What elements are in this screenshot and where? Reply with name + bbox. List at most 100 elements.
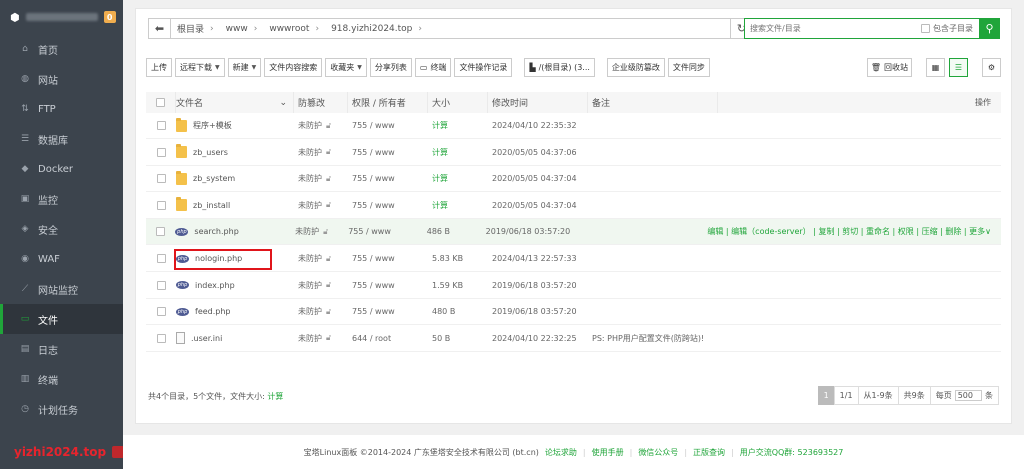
qq-group-link[interactable]: 用户交流QQ群: 523693527 (740, 447, 844, 458)
table-row[interactable]: zb_users 未防护 🔓︎ 755 / www 计算 2020/05/05 04:37… (146, 140, 1001, 166)
search-input[interactable] (745, 19, 921, 38)
sidebar-item-0[interactable]: ⌂ 首页 (0, 34, 123, 64)
notification-badge[interactable]: 0 (103, 11, 116, 23)
unlock-icon[interactable]: 🔓︎ (326, 280, 331, 290)
sidebar-item-5[interactable]: ▣ 监控 (0, 184, 123, 214)
disk-button[interactable]: ▙/(根目录) (3... (524, 58, 595, 77)
verify-link[interactable]: 正版查询 (693, 447, 725, 458)
sidebar-item-10[interactable]: ▤ 日志 (0, 334, 123, 364)
row-checkbox[interactable] (156, 307, 166, 317)
manual-link[interactable]: 使用手册 (592, 447, 624, 458)
page-current[interactable]: 1 (817, 386, 835, 405)
file-size[interactable]: 计算 (428, 173, 488, 184)
unlock-icon[interactable]: 🔓︎ (326, 254, 331, 264)
permission[interactable]: 755 / www (348, 281, 428, 290)
sidebar-item-2[interactable]: ⇅ FTP (0, 94, 123, 124)
favorites-button[interactable]: 收藏夹 ▼ (325, 58, 367, 77)
breadcrumb-item[interactable]: 根目录 › (171, 22, 220, 36)
table-row[interactable]: .user.ini 未防护 🔓︎ 644 / root 50 B 2024/04/10 2… (146, 326, 1001, 352)
table-row[interactable]: php feed.php 未防护 🔓︎ 755 / www 480 B 2019/06/18… (146, 299, 1001, 326)
sidebar-item-11[interactable]: ▥ 终端 (0, 364, 123, 394)
unlock-icon[interactable]: 🔓︎ (323, 227, 328, 237)
col-name[interactable]: 文件名 ⌄ (176, 92, 294, 113)
table-row[interactable]: zb_install 未防护 🔓︎ 755 / www 计算 2020/05/05 04:… (146, 193, 1001, 219)
enterprise-protect-button[interactable]: 企业级防篡改 (606, 58, 665, 77)
file-name[interactable]: .user.ini (191, 334, 222, 343)
sidebar-item-7[interactable]: ◉ WAF (0, 244, 123, 274)
file-name[interactable]: zb_users (193, 148, 228, 157)
per-page-select[interactable]: 每页 500 条 (929, 386, 999, 405)
sidebar-item-8[interactable]: ⟋ 网站监控 (0, 274, 123, 304)
unlock-icon[interactable]: 🔓︎ (326, 121, 331, 131)
file-size[interactable]: 计算 (428, 200, 488, 211)
forum-link[interactable]: 论坛求助 (545, 447, 577, 458)
row-checkbox[interactable] (156, 227, 166, 237)
calc-size-link[interactable]: 计算 (267, 392, 283, 401)
row-checkbox[interactable] (156, 121, 166, 130)
permission[interactable]: 755 / www (344, 227, 423, 236)
gear-icon[interactable]: ⚙ (982, 58, 1001, 77)
file-name[interactable]: feed.php (195, 307, 231, 316)
permission[interactable]: 755 / www (348, 201, 428, 210)
sidebar-item-12[interactable]: ◷ 计划任务 (0, 394, 123, 424)
table-row[interactable]: 程序+模板 未防护 🔓︎ 755 / www 计算 2024/04/10 22:35:32 (146, 113, 1001, 139)
unlock-icon[interactable]: 🔓︎ (326, 333, 331, 343)
sidebar-item-9[interactable]: ▭ 文件 (0, 304, 123, 334)
permission[interactable]: 755 / www (348, 307, 428, 316)
unlock-icon[interactable]: 🔓︎ (326, 200, 331, 210)
row-checkbox[interactable] (156, 147, 166, 157)
permission[interactable]: 755 / www (348, 148, 428, 157)
permission[interactable]: 755 / www (348, 121, 428, 130)
file-name[interactable]: 程序+模板 (193, 120, 232, 131)
col-size[interactable]: 大小 (428, 92, 488, 113)
upload-button[interactable]: 上传 (146, 58, 172, 77)
remote-download-button[interactable]: 远程下载 ▼ (175, 58, 225, 77)
file-name[interactable]: index.php (195, 281, 235, 290)
col-mtime[interactable]: 修改时间 (488, 92, 588, 113)
sidebar-item-1[interactable]: ◍ 网站 (0, 64, 123, 94)
unlock-icon[interactable]: 🔓︎ (326, 147, 331, 157)
file-name[interactable]: zb_install (193, 201, 230, 210)
share-list-button[interactable]: 分享列表 (369, 58, 412, 77)
grid-view-icon[interactable]: ▦ (926, 58, 945, 77)
file-size[interactable]: 计算 (428, 120, 488, 131)
note[interactable]: PS: PHP用户配置文件(防跨站)! (588, 333, 718, 344)
permission[interactable]: 644 / root (348, 334, 428, 343)
permission[interactable]: 755 / www (348, 254, 428, 263)
wechat-link[interactable]: 微信公众号 (638, 447, 678, 458)
file-sync-button[interactable]: 文件同步 (667, 58, 710, 77)
unlock-icon[interactable]: 🔓︎ (326, 174, 331, 184)
terminal-button[interactable]: ▭ 终端 (414, 58, 452, 77)
select-all-checkbox[interactable] (156, 98, 165, 107)
sidebar-item-3[interactable]: ☰ 数据库 (0, 124, 123, 154)
include-subdir-checkbox[interactable] (921, 24, 930, 33)
include-subdir-toggle[interactable]: 包含子目录 (921, 23, 973, 34)
sidebar-item-6[interactable]: ◈ 安全 (0, 214, 123, 244)
sidebar-item-4[interactable]: ◆ Docker (0, 154, 123, 184)
col-protect[interactable]: 防篡改 (294, 92, 348, 113)
row-checkbox[interactable] (156, 174, 166, 184)
permission[interactable]: 755 / www (348, 174, 428, 183)
list-view-icon[interactable]: ☰ (949, 58, 968, 77)
content-search-button[interactable]: 文件内容搜索 (264, 58, 323, 77)
breadcrumb-item[interactable]: wwwroot › (263, 22, 325, 35)
row-checkbox[interactable] (156, 200, 166, 210)
row-checkbox[interactable] (156, 333, 166, 343)
recycle-bin-button[interactable]: 🗑 回收站 (866, 58, 912, 77)
breadcrumb-item[interactable]: www › (220, 22, 264, 35)
row-actions[interactable]: 编辑 | 编辑（code-server） | 复制 | 剪切 | 重命名 | 权… (707, 226, 1001, 237)
new-button[interactable]: 新建 ▼ (227, 58, 262, 77)
row-checkbox[interactable] (156, 254, 166, 263)
table-row[interactable]: zb_system 未防护 🔓︎ 755 / www 计算 2020/05/05 04:3… (146, 166, 1001, 193)
table-row[interactable]: php nologin.php 未防护 🔓︎ 755 / www 5.83 KB 2024/… (146, 246, 1001, 272)
search-icon[interactable]: ⚲ (979, 18, 1000, 39)
path-bar[interactable]: ⬅ 根目录 › www › wwwroot › 918.yizhi2024.top › ↻ (148, 18, 753, 39)
file-name[interactable]: search.php (194, 227, 238, 236)
table-row[interactable]: php search.php 未防护 🔓︎ 755 / www 486 B 2019/06/… (146, 219, 1001, 246)
file-name[interactable]: zb_system (193, 174, 235, 183)
col-perm[interactable]: 权限 / 所有者 (348, 92, 428, 113)
table-row[interactable]: php index.php 未防护 🔓︎ 755 / www 1.59 KB 2019/06… (146, 273, 1001, 299)
row-checkbox[interactable] (156, 280, 166, 290)
breadcrumb-item[interactable]: 918.yizhi2024.top › (325, 22, 428, 35)
back-arrow-icon[interactable]: ⬅ (149, 19, 171, 38)
